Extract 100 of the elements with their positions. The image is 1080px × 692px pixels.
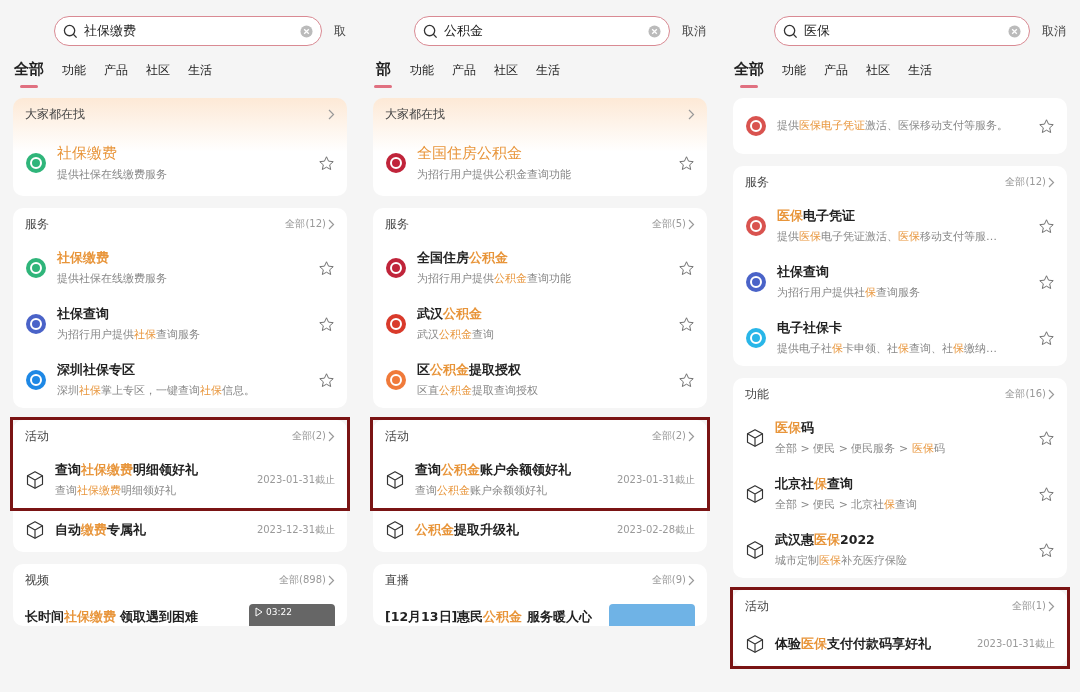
search-icon [423,23,438,39]
item-description: 城市定制医保补充医疗保险 [775,552,908,569]
cube-icon [745,540,765,560]
star-icon[interactable] [1038,273,1055,291]
media-item[interactable]: [12月13日]惠民公积金 服务暖人心 [373,596,707,626]
search-field[interactable]: 社保缴费 [54,16,322,46]
activity-item[interactable]: 自动缴费专属礼 2023-12-31截止 [13,508,347,552]
category-tab[interactable]: 功能 [782,58,806,88]
star-icon[interactable] [678,315,695,333]
star-icon[interactable] [1038,485,1055,503]
search-input[interactable]: 医保 [804,23,1002,39]
category-tab[interactable]: 产品 [104,58,128,88]
item-description: 提供医保电子凭证激活、医保移动支付等服… [777,228,998,245]
result-item[interactable]: 区公积金提取授权 区直公积金提取查询授权 [373,352,707,408]
item-description: 区直公积金提取查询授权 [417,382,539,399]
star-icon[interactable] [1038,329,1055,347]
item-description: 为招行用户提供社保查询服务 [57,326,201,343]
result-item[interactable]: 社保缴费 提供社保在线缴费服务 [13,240,347,296]
star-icon[interactable] [1038,117,1055,135]
section-title: 活动 [385,427,409,445]
search-field[interactable]: 医保 [774,16,1030,46]
result-item[interactable]: 电子社保卡 提供电子社保卡申领、社保查询、社保缴纳… [733,310,1067,366]
category-tab[interactable]: 社区 [866,58,890,88]
deadline-date: 2023-01-31截止 [976,637,1055,651]
deadline-date: 2023-01-31截止 [256,473,335,487]
section-title: 活动 [25,427,49,445]
activity-item[interactable]: 查询公积金账户余额领好礼 查询公积金账户余额领好礼 2023-01-31截止 [373,452,707,508]
search-field[interactable]: 公积金 [414,16,670,46]
star-icon[interactable] [318,259,335,277]
category-tab[interactable]: 生活 [536,58,560,88]
chevron-icon [688,218,695,230]
star-icon[interactable] [318,315,335,333]
category-tab[interactable]: 产品 [824,58,848,88]
star-icon[interactable] [1038,217,1055,235]
deadline-date: 2023-02-28截止 [616,523,695,537]
item-description: 查询社保缴费明细领好礼 [55,482,177,499]
star-icon[interactable] [678,259,695,277]
chevron-icon [688,430,695,442]
cancel-button[interactable]: 取 [334,22,346,40]
item-description: 提供社保在线缴费服务 [57,166,168,183]
item-title: 社保查询 [57,305,110,323]
item-description: 深圳社保掌上专区，一键查询社保信息。 [57,382,256,399]
search-input[interactable]: 社保缴费 [84,23,294,39]
result-item[interactable]: 武汉惠医保2022 城市定制医保补充医疗保险 [733,522,1067,578]
result-item[interactable]: 全国住房公积金 为招行用户提供公积金查询功能 [373,240,707,296]
item-description: 为招行用户提供公积金查询功能 [417,270,572,287]
media-item[interactable]: 长时间社保缴费 领取遇到困难 03:22 [13,596,347,626]
category-tab[interactable]: 功能 [410,58,434,88]
result-item[interactable]: 武汉公积金 武汉公积金查询 [373,296,707,352]
chevron-icon [328,430,335,442]
deadline-date: 2023-12-31截止 [256,523,335,537]
section-title: 功能 [745,385,769,403]
star-icon[interactable] [318,371,335,389]
category-tab[interactable]: 功能 [62,58,86,88]
result-item[interactable]: 医保码 全部 > 便民 > 便民服务 > 医保码 [733,410,1067,466]
chevron-icon [1048,600,1055,612]
category-tab[interactable]: 产品 [452,58,476,88]
activity-item[interactable]: 体验医保支付付款码享好礼 2023-01-31截止 [733,622,1067,666]
result-item[interactable]: 北京社保查询 全部 > 便民 > 北京社保查询 [733,466,1067,522]
cube-icon [745,428,765,448]
section-title: 大家都在找 [25,105,85,123]
result-item[interactable]: 社保缴费 提供社保在线缴费服务 [13,130,347,196]
item-description: 查询公积金账户余额领好礼 [415,482,548,499]
section-title: 视频 [25,571,49,589]
result-item[interactable]: 全国住房公积金 为招行用户提供公积金查询功能 [373,130,707,196]
activity-item[interactable]: 公积金提取升级礼 2023-02-28截止 [373,508,707,552]
cube-icon [745,634,765,654]
result-item[interactable]: 医保电子凭证 提供医保电子凭证激活、医保移动支付等服… [733,198,1067,254]
star-icon[interactable] [318,154,335,172]
item-description: 为招行用户提供社保查询服务 [777,284,921,301]
result-item[interactable]: 提供医保电子凭证激活、医保移动支付等服务。 [733,98,1067,154]
item-title: 社保缴费 [57,143,118,163]
star-icon[interactable] [678,154,695,172]
item-title: 北京社保查询 [775,475,854,493]
category-tab[interactable]: 社区 [494,58,518,88]
category-tab[interactable]: 全部 [734,58,764,88]
section-title: 直播 [385,571,409,589]
item-description: 提供社保在线缴费服务 [57,270,168,287]
category-tab[interactable]: 全部 [14,58,44,88]
category-tab[interactable]: 社区 [146,58,170,88]
item-description: 武汉公积金查询 [417,326,495,343]
star-icon[interactable] [1038,429,1055,447]
chevron-icon [328,108,335,120]
result-item[interactable]: 社保查询 为招行用户提供社保查询服务 [13,296,347,352]
result-item[interactable]: 深圳社保专区 深圳社保掌上专区，一键查询社保信息。 [13,352,347,408]
item-description: 全部 > 便民 > 北京社保查询 [775,496,919,513]
category-tab[interactable]: 生活 [908,58,932,88]
star-icon[interactable] [1038,541,1055,559]
star-icon[interactable] [678,371,695,389]
category-tab[interactable]: 生活 [188,58,212,88]
item-title: 深圳社保专区 [57,361,136,379]
search-input[interactable]: 公积金 [444,23,642,39]
item-title: [12月13日]惠民公积金 服务暖人心 [385,609,593,626]
item-title: 武汉公积金 [417,305,483,323]
cancel-button[interactable]: 取消 [1042,22,1066,40]
item-description: 全部 > 便民 > 便民服务 > 医保码 [775,440,946,457]
category-tab[interactable]: 部 [374,58,392,88]
activity-item[interactable]: 查询社保缴费明细领好礼 查询社保缴费明细领好礼 2023-01-31截止 [13,452,347,508]
cancel-button[interactable]: 取消 [682,22,706,40]
result-item[interactable]: 社保查询 为招行用户提供社保查询服务 [733,254,1067,310]
